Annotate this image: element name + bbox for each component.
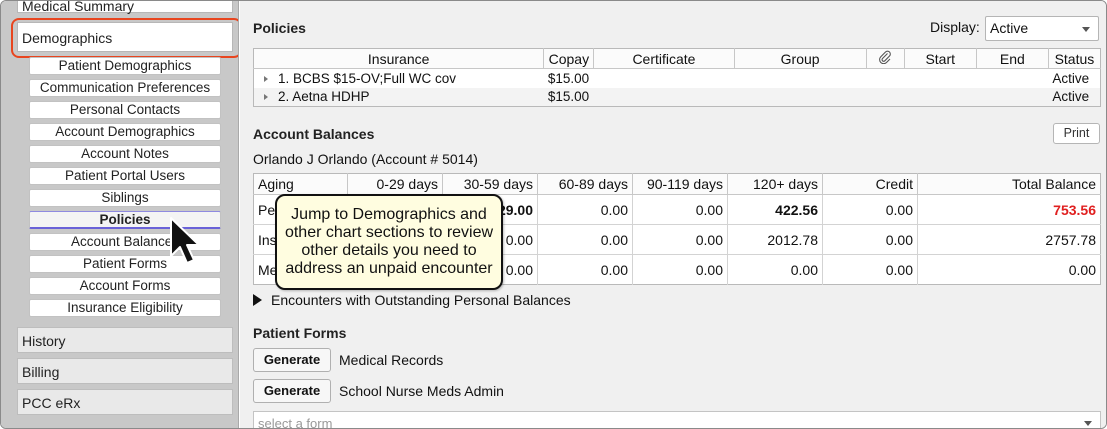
column-header-credit: Credit bbox=[822, 173, 918, 195]
balance-90-119: 0.00 bbox=[632, 254, 728, 285]
policies-heading: Policies bbox=[253, 20, 306, 36]
submenu-item-patient-demographics[interactable]: Patient Demographics bbox=[29, 57, 221, 75]
chevron-down-icon bbox=[1084, 421, 1092, 426]
policy-copay: $15.00 bbox=[543, 87, 594, 107]
expand-triangle-icon[interactable] bbox=[264, 75, 268, 82]
display-select-value: Active bbox=[990, 20, 1029, 36]
policy-row[interactable]: 1. BCBS $15-OV;Full WC cov $15.00 Active bbox=[254, 69, 1101, 88]
demographics-submenu: Patient Demographics Communication Prefe… bbox=[29, 57, 221, 321]
encounters-disclosure[interactable]: Encounters with Outstanding Personal Bal… bbox=[253, 292, 571, 308]
balance-60-89: 0.00 bbox=[537, 254, 633, 285]
column-header-aging: Aging bbox=[253, 173, 348, 195]
submenu-item-patient-portal-users[interactable]: Patient Portal Users bbox=[29, 167, 221, 185]
balance-90-119: 0.00 bbox=[632, 224, 728, 255]
column-header-90-119: 90-119 days bbox=[632, 173, 728, 195]
encounters-label: Encounters with Outstanding Personal Bal… bbox=[271, 292, 571, 308]
column-header-certificate[interactable]: Certificate bbox=[593, 48, 735, 69]
column-header-group[interactable]: Group bbox=[734, 48, 867, 69]
balance-90-119: 0.00 bbox=[632, 194, 728, 225]
tutorial-callout: Jump to Demographics and other chart sec… bbox=[275, 194, 503, 290]
sidebar-item-history[interactable]: History bbox=[17, 327, 233, 353]
policy-row[interactable]: 2. Aetna HDHP $15.00 Active bbox=[253, 87, 1101, 107]
policy-start bbox=[904, 87, 977, 107]
sidebar-item-medical-summary[interactable]: Medical Summary bbox=[17, 1, 233, 13]
column-header-copay[interactable]: Copay bbox=[543, 48, 595, 69]
policy-status: Active bbox=[1052, 70, 1090, 86]
column-header-end[interactable]: End bbox=[976, 48, 1049, 69]
balance-total: 753.56 bbox=[917, 194, 1101, 225]
policy-group bbox=[734, 69, 866, 88]
balance-60-89: 0.00 bbox=[537, 194, 633, 225]
submenu-item-account-demographics[interactable]: Account Demographics bbox=[29, 123, 221, 141]
column-header-attachment[interactable] bbox=[866, 48, 905, 69]
policy-insurance: 2. Aetna HDHP bbox=[278, 89, 370, 105]
column-header-status[interactable]: Status bbox=[1048, 48, 1101, 69]
select-form-placeholder: select a form bbox=[258, 416, 333, 429]
policy-group bbox=[734, 87, 867, 107]
balance-credit: 0.00 bbox=[822, 254, 918, 285]
policy-attachment bbox=[866, 87, 905, 107]
form-label-medical-records: Medical Records bbox=[339, 352, 444, 368]
balance-credit: 0.00 bbox=[822, 224, 918, 255]
disclosure-triangle-icon bbox=[253, 294, 262, 306]
chart-sidebar: Medical Summary Demographics Patient Dem… bbox=[1, 1, 239, 428]
policy-insurance: 1. BCBS $15-OV;Full WC cov bbox=[278, 70, 457, 86]
sidebar-item-pcc-erx[interactable]: PCC eRx bbox=[17, 389, 233, 415]
submenu-item-account-forms[interactable]: Account Forms bbox=[29, 277, 221, 295]
policy-copay: $15.00 bbox=[547, 70, 590, 86]
form-label-school-nurse: School Nurse Meds Admin bbox=[339, 383, 504, 399]
balance-credit: 0.00 bbox=[822, 194, 918, 225]
submenu-item-siblings[interactable]: Siblings bbox=[29, 189, 221, 207]
column-header-60-89: 60-89 days bbox=[537, 173, 633, 195]
policy-end bbox=[976, 87, 1049, 107]
column-header-insurance[interactable]: Insurance bbox=[253, 48, 545, 69]
display-select[interactable]: Active bbox=[985, 16, 1099, 41]
balance-120-plus: 2012.78 bbox=[727, 224, 823, 255]
balance-120-plus: 0.00 bbox=[727, 254, 823, 285]
submenu-item-personal-contacts[interactable]: Personal Contacts bbox=[29, 101, 221, 119]
select-form-dropdown[interactable]: select a form bbox=[253, 411, 1101, 429]
generate-button-school-nurse[interactable]: Generate bbox=[253, 379, 331, 403]
column-header-120-plus: 120+ days bbox=[727, 173, 823, 195]
paperclip-icon bbox=[879, 50, 892, 64]
policy-certificate bbox=[593, 87, 735, 107]
sidebar-item-billing[interactable]: Billing bbox=[17, 358, 233, 384]
expand-triangle-icon[interactable] bbox=[264, 94, 268, 101]
patient-forms-heading: Patient Forms bbox=[253, 325, 347, 341]
balance-total: 2757.78 bbox=[917, 224, 1101, 255]
account-name: Orlando J Orlando (Account # 5014) bbox=[253, 151, 478, 167]
submenu-item-insurance-eligibility[interactable]: Insurance Eligibility bbox=[29, 299, 221, 317]
policy-attachment bbox=[866, 69, 904, 88]
policies-table: Insurance Copay Certificate Group Start … bbox=[253, 48, 1101, 107]
balance-60-89: 0.00 bbox=[537, 224, 633, 255]
account-balances-heading: Account Balances bbox=[253, 126, 375, 142]
demographics-highlight bbox=[11, 18, 238, 58]
balance-total: 0.00 bbox=[1068, 261, 1096, 278]
column-header-0-29: 0-29 days bbox=[347, 173, 443, 195]
chevron-down-icon bbox=[1082, 27, 1090, 32]
mouse-pointer-icon bbox=[170, 217, 200, 264]
balance-120-plus: 422.56 bbox=[727, 194, 823, 225]
submenu-item-account-notes[interactable]: Account Notes bbox=[29, 145, 221, 163]
column-header-30-59: 30-59 days bbox=[442, 173, 538, 195]
app-window: Medical Summary Demographics Patient Dem… bbox=[0, 0, 1107, 429]
policy-status: Active bbox=[1048, 87, 1101, 107]
submenu-item-communication-preferences[interactable]: Communication Preferences bbox=[29, 79, 221, 97]
column-header-start[interactable]: Start bbox=[904, 48, 977, 69]
column-header-total-balance: Total Balance bbox=[917, 173, 1101, 195]
display-label: Display: bbox=[930, 19, 980, 35]
policy-end bbox=[976, 69, 1048, 88]
print-button[interactable]: Print bbox=[1053, 123, 1100, 144]
generate-button-medical-records[interactable]: Generate bbox=[253, 348, 331, 372]
policy-certificate bbox=[594, 69, 734, 88]
policy-start bbox=[904, 69, 976, 88]
